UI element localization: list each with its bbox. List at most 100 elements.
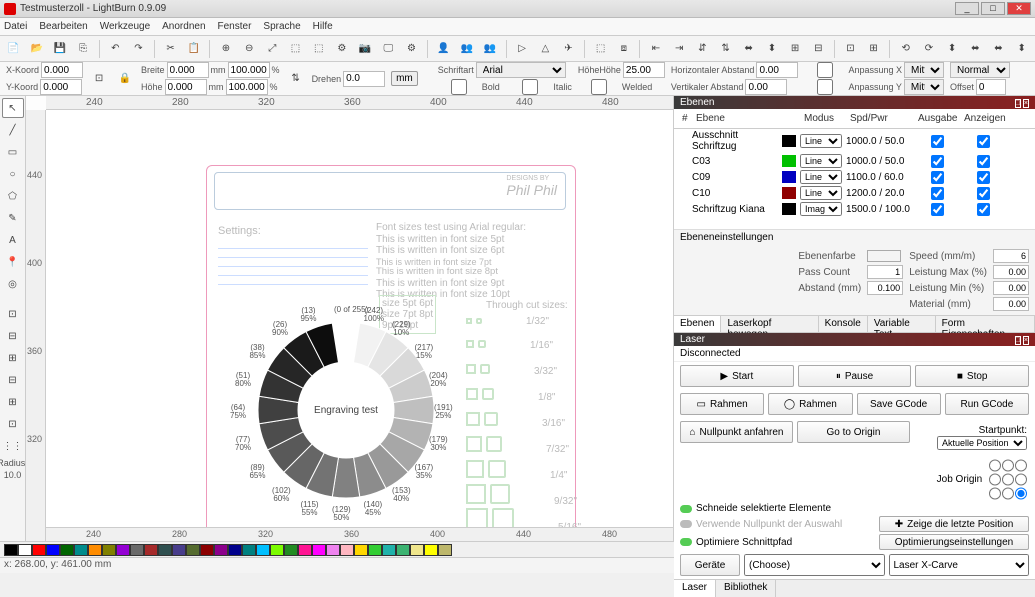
tab-variable-text[interactable]: Variable Text [868, 316, 936, 332]
tab-laser[interactable]: Laser [674, 580, 716, 597]
toolbar-btn-5[interactable]: ↶ [106, 39, 125, 59]
tool-align1[interactable]: ⊞ [2, 348, 24, 368]
palette-swatch[interactable] [74, 544, 88, 556]
toolbar-btn-32[interactable]: ⇤ [646, 39, 665, 59]
vspace-input[interactable] [745, 79, 787, 95]
layer-mode-select[interactable]: Line [800, 154, 842, 168]
laser-undock-icon[interactable]: □ [1015, 336, 1021, 345]
toolbar-btn-21[interactable]: 👤 [434, 39, 453, 59]
layer-mode-select[interactable]: Line [800, 170, 842, 184]
canvas[interactable]: 240280320360400440480 440400360320 DESIG… [26, 96, 673, 541]
toolbar-btn-18[interactable]: 🖵 [379, 39, 398, 59]
textmode-select[interactable]: Normal [950, 62, 1010, 78]
tab-ebenen[interactable]: Ebenen [674, 316, 721, 332]
lock-icon[interactable]: 🔒 [115, 69, 135, 89]
palette-swatch[interactable] [354, 544, 368, 556]
toolbar-btn-41[interactable]: ⊡ [841, 39, 860, 59]
menu-fenster[interactable]: Fenster [218, 21, 252, 32]
toolbar-btn-0[interactable]: 📄 [4, 39, 23, 59]
tool-node[interactable]: ⊡ [2, 304, 24, 324]
layer-mode-select[interactable]: Line [800, 134, 842, 148]
font-select[interactable]: Arial [476, 62, 566, 78]
palette-swatch[interactable] [256, 544, 270, 556]
tab-laserkopf-bewegen[interactable]: Laserkopf bewegen [721, 316, 818, 332]
hspace-input[interactable] [756, 62, 798, 78]
toolbar-btn-39[interactable]: ⊟ [809, 39, 828, 59]
tool-path[interactable]: ✎ [2, 208, 24, 228]
layer-show-check[interactable] [977, 155, 990, 168]
layer-mode-select[interactable]: Line [800, 186, 842, 200]
toolbar-btn-9[interactable]: 📋 [184, 39, 203, 59]
width-input[interactable] [167, 62, 209, 78]
tool-line[interactable]: ╱ [2, 120, 24, 140]
powermax-input[interactable] [993, 265, 1029, 279]
offset-input[interactable] [976, 79, 1006, 95]
toolbar-btn-36[interactable]: ⬌ [739, 39, 758, 59]
tool-text[interactable]: A [2, 230, 24, 250]
palette-swatch[interactable] [326, 544, 340, 556]
maximize-button[interactable]: □ [981, 2, 1005, 15]
origin-tr[interactable] [1015, 459, 1027, 472]
layercolor-swatch[interactable] [867, 250, 901, 262]
palette-swatch[interactable] [382, 544, 396, 556]
menu-sprache[interactable]: Sprache [263, 21, 300, 32]
menu-datei[interactable]: Datei [4, 21, 27, 32]
speed-input[interactable] [993, 249, 1029, 263]
savegcode-button[interactable]: Save GCode [857, 393, 941, 415]
palette-swatch[interactable] [158, 544, 172, 556]
palette-swatch[interactable] [102, 544, 116, 556]
palette-swatch[interactable] [32, 544, 46, 556]
toolbar-btn-23[interactable]: 👥 [480, 39, 499, 59]
tool-dots[interactable]: ⋮⋮ [2, 436, 24, 456]
powermin-input[interactable] [993, 281, 1029, 295]
material-input[interactable] [993, 297, 1029, 311]
toolbar-btn-25[interactable]: ▷ [513, 39, 532, 59]
xcoord-input[interactable] [41, 62, 83, 78]
panel-close-icon[interactable]: × [1023, 99, 1029, 108]
frame-button[interactable]: ▭ Rahmen [680, 393, 764, 415]
menu-hilfe[interactable]: Hilfe [313, 21, 333, 32]
palette-swatch[interactable] [186, 544, 200, 556]
origin-ml[interactable] [989, 473, 1001, 486]
layer-row[interactable]: C09Line1100.0 / 60.0 [674, 169, 1035, 185]
toolbar-btn-42[interactable]: ⊞ [864, 39, 883, 59]
palette-swatch[interactable] [298, 544, 312, 556]
toolbar-btn-19[interactable]: ⚙ [402, 39, 421, 59]
toolbar-btn-16[interactable]: ⚙ [332, 39, 351, 59]
toolbar-btn-33[interactable]: ⇥ [670, 39, 689, 59]
layer-row[interactable]: C03Line1000.0 / 50.0 [674, 153, 1035, 169]
rungcode-button[interactable]: Run GCode [945, 393, 1029, 415]
unit-toggle[interactable]: mm [391, 71, 418, 86]
aligny-select[interactable]: Mitte [904, 79, 944, 95]
toolbar-btn-6[interactable]: ↷ [129, 39, 148, 59]
height-input[interactable] [165, 79, 207, 95]
layer-row[interactable]: C10Line1200.0 / 20.0 [674, 185, 1035, 201]
tab-bibliothek[interactable]: Bibliothek [716, 580, 776, 597]
tool-ellipse[interactable]: ○ [2, 164, 24, 184]
toolbar-btn-11[interactable]: ⊕ [216, 39, 235, 59]
toolbar-btn-35[interactable]: ⇅ [716, 39, 735, 59]
device-choose[interactable]: (Choose) [744, 554, 885, 576]
toolbar-btn-26[interactable]: △ [536, 39, 555, 59]
showlast-button[interactable]: ✚ Zeige die letzte Position [879, 516, 1029, 532]
palette-swatch[interactable] [46, 544, 60, 556]
goorigin-button[interactable]: Go to Origin [797, 421, 910, 443]
menu-werkzeuge[interactable]: Werkzeuge [100, 21, 150, 32]
minimize-button[interactable]: _ [955, 2, 979, 15]
toolbar-btn-37[interactable]: ⬍ [762, 39, 781, 59]
palette-swatch[interactable] [116, 544, 130, 556]
toolbar-btn-27[interactable]: ✈ [559, 39, 578, 59]
drawing-area[interactable]: DESIGNS BY Phil Phil Settings: Font size… [46, 110, 673, 527]
layer-output-check[interactable] [931, 155, 944, 168]
origin-tc[interactable] [1002, 459, 1014, 472]
layer-show-check[interactable] [977, 171, 990, 184]
palette-swatch[interactable] [438, 544, 452, 556]
bold-check[interactable] [438, 79, 480, 95]
laser-close-icon[interactable]: × [1023, 336, 1029, 345]
ycoord-input[interactable] [40, 79, 82, 95]
origin-bc[interactable] [1002, 487, 1014, 500]
startpos-select[interactable]: Aktuelle Position [937, 436, 1027, 450]
welded-check[interactable] [578, 79, 620, 95]
panel-undock-icon[interactable]: □ [1015, 99, 1021, 108]
palette-swatch[interactable] [368, 544, 382, 556]
